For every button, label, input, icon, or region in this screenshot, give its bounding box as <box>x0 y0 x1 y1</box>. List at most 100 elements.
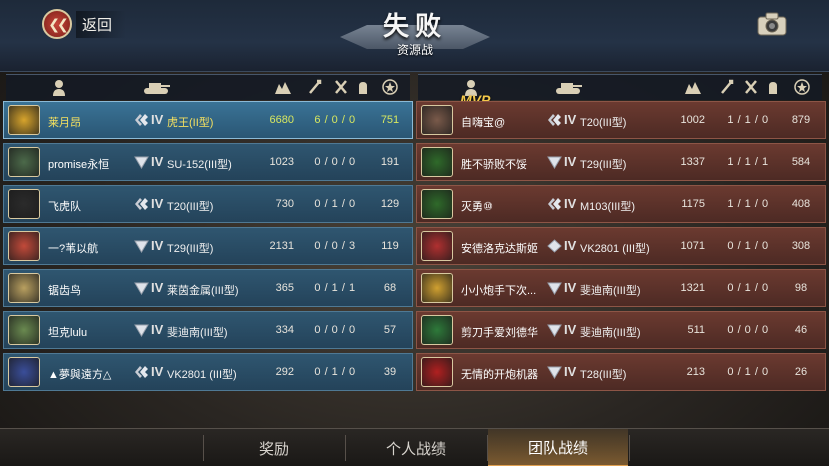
tank-tier: IV <box>151 154 164 169</box>
left-player-row[interactable]: 飞虎队 IV T20(III型) 730 0 / 1 / 0 129 <box>3 185 413 223</box>
tank-name: VK2801 (III型) <box>167 369 237 381</box>
right-player-row[interactable]: 无情的开炮机器 IV T28(III型) 213 0 / 1 / 0 26 <box>416 353 826 391</box>
player-avatar[interactable] <box>421 315 453 345</box>
player-avatar[interactable] <box>8 189 40 219</box>
right-player-row[interactable]: 安德洛克达斯姬 IV VK2801 (III型) 1071 0 / 1 / 0 308 <box>416 227 826 265</box>
rank-triangle-icon <box>547 156 562 169</box>
player-name: 坦克lulu <box>48 327 88 339</box>
right-player-row[interactable]: 剪刀手爱刘德华 IV 斐迪南(III型) 511 0 / 0 / 0 46 <box>416 311 826 349</box>
left-player-row[interactable]: ▲夢與遠方△ IV VK2801 (III型) 292 0 / 1 / 0 39 <box>3 353 413 391</box>
player-avatar[interactable] <box>421 147 453 177</box>
damage-value: 1337 <box>680 156 705 168</box>
death-icon <box>335 80 347 94</box>
tank-tier: IV <box>151 280 164 295</box>
battle-mode-text: 资源战 <box>396 43 433 57</box>
player-avatar[interactable] <box>421 273 453 303</box>
player-avatar[interactable] <box>421 357 453 387</box>
score-icon <box>382 79 398 95</box>
tank-tier: IV <box>564 364 577 379</box>
score-value: 751 <box>380 114 400 126</box>
tank-tier: IV <box>151 238 164 253</box>
left-player-row[interactable]: promise永恒 IV SU-152(III型) 1023 0 / 0 / 0 191 <box>3 143 413 181</box>
rank-chevron-icon <box>135 366 148 378</box>
player-name: 小小炮手下次... <box>461 285 537 297</box>
kda-value: 0 / 1 / 0 <box>314 366 356 378</box>
kda-value: 0 / 1 / 0 <box>727 282 769 294</box>
rank-triangle-icon <box>547 324 562 337</box>
assist-icon <box>359 82 367 94</box>
score-value: 129 <box>380 198 400 210</box>
right-player-row[interactable]: 胜不骄败不馁 IV T29(III型) 1337 1 / 1 / 1 584 <box>416 143 826 181</box>
damage-icon <box>275 82 291 94</box>
player-name: 自嗨宝@ <box>461 117 506 129</box>
tab-rewards[interactable]: 奖励 <box>204 429 344 466</box>
tank-name: 虎王(II型) <box>167 117 214 129</box>
player-avatar[interactable] <box>8 357 40 387</box>
left-player-row[interactable]: 莱月昂 IV 虎王(II型) 6680 6 / 0 / 0 751 <box>3 101 413 139</box>
kda-value: 0 / 0 / 0 <box>727 324 769 336</box>
left-player-row[interactable]: 坦克lulu IV 斐迪南(III型) 334 0 / 0 / 0 57 <box>3 311 413 349</box>
kda-value: 0 / 0 / 0 <box>314 156 356 168</box>
damage-value: 511 <box>687 324 705 336</box>
kda-value: 1 / 1 / 1 <box>727 156 769 168</box>
score-value: 191 <box>380 156 400 168</box>
player-avatar[interactable] <box>421 231 453 261</box>
score-value: 46 <box>794 324 808 336</box>
kda-value: 1 / 1 / 0 <box>727 198 769 210</box>
tab-team-record[interactable]: 团队战绩 <box>488 429 628 466</box>
kill-icon <box>309 79 322 94</box>
death-icon <box>745 80 757 94</box>
player-avatar[interactable] <box>421 189 453 219</box>
damage-value: 1002 <box>680 114 705 126</box>
player-name: 锯齿鸟 <box>48 285 81 297</box>
player-name: 胜不骄败不馁 <box>461 159 527 171</box>
player-avatar[interactable] <box>8 231 40 261</box>
back-label: 返回 <box>76 10 127 38</box>
tank-tier: IV <box>564 280 577 295</box>
score-value: 408 <box>791 198 811 210</box>
result-title-text: 失败 <box>382 11 447 41</box>
tank-name: 斐迪南(III型) <box>580 285 641 297</box>
damage-value: 1175 <box>681 198 705 210</box>
player-avatar[interactable] <box>8 315 40 345</box>
score-value: 57 <box>383 324 397 336</box>
player-avatar[interactable] <box>421 105 453 135</box>
kda-value: 0 / 1 / 0 <box>314 198 356 210</box>
player-name: ▲夢與遠方△ <box>48 369 112 381</box>
rank-triangle-icon <box>134 324 149 337</box>
tab-personal-record[interactable]: 个人战绩 <box>346 429 486 466</box>
right-player-row[interactable]: 自嗨宝@ IV T20(III型) 1002 1 / 1 / 0 879 <box>416 101 826 139</box>
right-player-row[interactable]: 小小炮手下次... IV 斐迪南(III型) 1321 0 / 1 / 0 98 <box>416 269 826 307</box>
player-name: 飞虎队 <box>48 201 81 213</box>
back-button[interactable]: ❮❮ 返回 <box>42 9 132 39</box>
right-team-list: 自嗨宝@ IV T20(III型) 1002 1 / 1 / 0 879 胜不骄败不馁 IV T… <box>416 101 826 395</box>
damage-value: 1321 <box>680 282 705 294</box>
player-avatar[interactable] <box>8 273 40 303</box>
score-value: 39 <box>383 366 397 378</box>
player-name: 安德洛克达斯姬 <box>461 243 538 255</box>
player-avatar[interactable] <box>8 147 40 177</box>
tank-icon <box>144 83 170 94</box>
tank-icon <box>556 83 582 94</box>
tank-tier: IV <box>151 196 164 211</box>
right-player-row[interactable]: 灭勇⑩ IV M103(III型) 1175 1 / 1 / 0 408 <box>416 185 826 223</box>
camera-icon[interactable] <box>757 12 787 36</box>
bottom-tab-bar: 奖励 个人战绩 团队战绩 <box>0 428 829 466</box>
tank-tier: IV <box>564 322 577 337</box>
tank-name: 莱茵金属(III型) <box>167 285 239 297</box>
tank-tier: IV <box>564 154 577 169</box>
tank-name: SU-152(III型) <box>167 159 232 171</box>
tank-tier: IV <box>151 322 164 337</box>
kda-value: 6 / 0 / 0 <box>314 114 356 126</box>
kda-value: 0 / 1 / 0 <box>727 366 769 378</box>
damage-value: 213 <box>686 366 705 378</box>
left-team-list: 莱月昂 IV 虎王(II型) 6680 6 / 0 / 0 751 promise永恒 IV S… <box>3 101 413 395</box>
rank-triangle-icon <box>547 282 562 295</box>
left-player-row[interactable]: 锯齿鸟 IV 莱茵金属(III型) 365 0 / 1 / 1 68 <box>3 269 413 307</box>
left-player-row[interactable]: 一?苇以航 IV T29(III型) 2131 0 / 0 / 3 119 <box>3 227 413 265</box>
player-name: 灭勇⑩ <box>461 201 493 213</box>
left-team-header <box>6 74 410 100</box>
score-value: 308 <box>791 240 811 252</box>
tank-tier: IV <box>564 112 577 127</box>
player-avatar[interactable] <box>8 105 40 135</box>
